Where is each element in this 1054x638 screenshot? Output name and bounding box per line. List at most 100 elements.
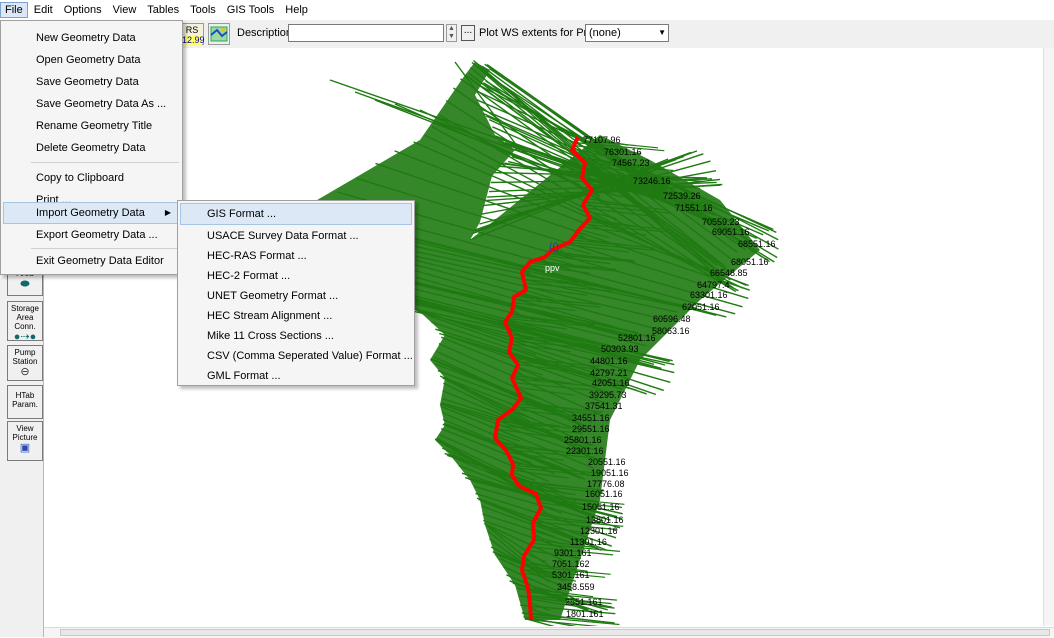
storage-area-icon: ⬬ bbox=[20, 278, 30, 290]
station-label: 12301.16 bbox=[580, 526, 618, 536]
map-icon bbox=[210, 26, 228, 42]
station-label: 37541.31 bbox=[585, 401, 623, 411]
station-label: 44801.16 bbox=[590, 356, 628, 366]
reach-marker: (() bbox=[549, 242, 559, 253]
menu-item-import-geometry-data[interactable]: Import Geometry Data ▶ bbox=[3, 202, 180, 224]
menu-view[interactable]: View bbox=[108, 2, 142, 18]
menu-item-unet-geometry-format[interactable]: UNET Geometry Format ... bbox=[180, 285, 412, 307]
chevron-down-icon: ▼ bbox=[658, 28, 666, 37]
station-label: 42051.16 bbox=[592, 378, 630, 388]
import-geometry-submenu: GIS Format ... USACE Survey Data Format … bbox=[177, 200, 415, 386]
station-label: 11301.16 bbox=[570, 537, 607, 547]
station-label: 72539.26 bbox=[663, 191, 701, 201]
view-label: View bbox=[16, 424, 34, 433]
station-label: 71551.16 bbox=[675, 203, 713, 213]
menu-tables[interactable]: Tables bbox=[142, 2, 184, 18]
param-label: Param. bbox=[12, 400, 38, 409]
rs-button[interactable]: RS 12.99 bbox=[180, 23, 205, 45]
menu-item-rename-geometry-title[interactable]: Rename Geometry Title bbox=[3, 115, 180, 137]
menu-item-export-geometry-data[interactable]: Export Geometry Data ... bbox=[3, 224, 180, 246]
description-spinner[interactable]: ▲ ▼ bbox=[446, 24, 457, 42]
rs-label: RS bbox=[185, 25, 199, 35]
station-label: 62051.16 bbox=[682, 302, 720, 312]
menu-item-exit-geometry-editor[interactable]: Exit Geometry Data Editor bbox=[3, 250, 180, 272]
menu-item-save-geometry-data[interactable]: Save Geometry Data bbox=[3, 71, 180, 93]
pump-icon: ⊖ bbox=[20, 366, 30, 378]
station-label: 20551.16 bbox=[588, 457, 626, 467]
htab-param-button[interactable]: HTab Param. bbox=[7, 385, 43, 419]
connection-icon: ●⇢● bbox=[13, 331, 37, 343]
station-label: 25801.16 bbox=[564, 435, 602, 445]
view-picture-button[interactable]: View Picture ▣ bbox=[7, 421, 43, 461]
station-label: 77107.96 bbox=[583, 135, 621, 145]
profile-select[interactable]: (none) ▼ bbox=[585, 24, 669, 42]
menu-item-usace-survey-format[interactable]: USACE Survey Data Format ... bbox=[180, 225, 412, 247]
menu-item-save-geometry-data-as[interactable]: Save Geometry Data As ... bbox=[3, 93, 180, 115]
profile-select-value: (none) bbox=[589, 27, 621, 39]
station-label: 68551.16 bbox=[738, 239, 776, 249]
menu-bar: File Edit Options View Tables Tools GIS … bbox=[0, 0, 1054, 21]
horizontal-scrollbar[interactable] bbox=[44, 627, 1054, 638]
description-browse-button[interactable]: ... bbox=[461, 25, 475, 41]
station-label: 17776.08 bbox=[587, 479, 625, 489]
rs-value: 12.99 bbox=[182, 35, 205, 45]
station-label: 58063.16 bbox=[652, 326, 690, 336]
import-geometry-data-label: Import Geometry Data bbox=[36, 207, 145, 219]
menu-help[interactable]: Help bbox=[280, 2, 313, 18]
river-name-label: ppv bbox=[545, 263, 560, 273]
menu-item-mike11-cross-sections[interactable]: Mike 11 Cross Sections ... bbox=[180, 325, 412, 347]
station-label: 29551.16 bbox=[572, 424, 610, 434]
station-label: 2551.161 bbox=[565, 597, 603, 607]
station-label: 63301.16 bbox=[690, 290, 728, 300]
station-label: 42797.21 bbox=[590, 368, 628, 378]
menu-item-hec-stream-alignment[interactable]: HEC Stream Alignment ... bbox=[180, 305, 412, 327]
menu-item-hec-2-format[interactable]: HEC-2 Format ... bbox=[180, 265, 412, 287]
station-label: 3458.559 bbox=[557, 582, 595, 592]
station-label: 19051.16 bbox=[591, 468, 629, 478]
station-label: 34551.16 bbox=[572, 413, 610, 423]
menu-item-csv-format[interactable]: CSV (Comma Seperated Value) Format ... bbox=[180, 345, 413, 367]
submenu-arrow-icon: ▶ bbox=[164, 208, 171, 217]
menu-options[interactable]: Options bbox=[59, 2, 107, 18]
menu-separator bbox=[31, 162, 179, 163]
horizontal-scroll-thumb[interactable] bbox=[60, 629, 1050, 636]
menu-gis-tools[interactable]: GIS Tools bbox=[222, 2, 280, 18]
pump-station-button[interactable]: Pump Station ⊖ bbox=[7, 345, 43, 381]
station-label: 9301.161 bbox=[554, 548, 592, 558]
station-label: 68051.16 bbox=[731, 257, 769, 267]
station-label: 39295.73 bbox=[589, 390, 627, 400]
menu-item-gml-format[interactable]: GML Format ... bbox=[180, 365, 412, 387]
station-label: 5301.161 bbox=[552, 570, 590, 580]
station-label: 7051.162 bbox=[552, 559, 590, 569]
menu-item-open-geometry-data[interactable]: Open Geometry Data bbox=[3, 49, 180, 71]
menu-item-copy-to-clipboard[interactable]: Copy to Clipboard bbox=[3, 167, 180, 189]
area-conn-label: Area Conn. bbox=[14, 313, 36, 331]
menu-tools[interactable]: Tools bbox=[185, 2, 221, 18]
station-label: 60596.48 bbox=[653, 314, 691, 324]
storage-label: Storage bbox=[10, 304, 40, 313]
vertical-scrollbar[interactable] bbox=[1043, 48, 1054, 626]
menu-item-gis-format[interactable]: GIS Format ... bbox=[180, 203, 412, 225]
station-label: 22301.16 bbox=[566, 446, 604, 456]
camera-icon: ▣ bbox=[19, 442, 31, 454]
station-label: Station bbox=[12, 357, 38, 366]
station-label: 16051.16 bbox=[585, 489, 623, 499]
pump-label: Pump bbox=[14, 348, 36, 357]
station-label: 64797.4 bbox=[697, 280, 730, 290]
map-layers-button[interactable] bbox=[208, 23, 230, 45]
menu-item-hec-ras-format[interactable]: HEC-RAS Format ... bbox=[180, 245, 412, 267]
htab-label: HTab bbox=[15, 391, 35, 400]
menu-separator bbox=[31, 248, 179, 249]
station-label: 1801.161 bbox=[566, 609, 604, 619]
menu-item-new-geometry-data[interactable]: New Geometry Data bbox=[3, 27, 180, 49]
station-label: 52801.16 bbox=[618, 333, 656, 343]
storage-area-connection-button[interactable]: Storage Area Conn. ●⇢● bbox=[7, 301, 43, 343]
station-label: 73246.16 bbox=[633, 176, 671, 186]
description-input[interactable] bbox=[288, 24, 444, 42]
file-menu: New Geometry Data Open Geometry Data Sav… bbox=[0, 20, 183, 275]
menu-file[interactable]: File bbox=[0, 2, 28, 18]
station-label: 13801.16 bbox=[586, 515, 624, 525]
picture-label: Picture bbox=[12, 433, 38, 442]
menu-edit[interactable]: Edit bbox=[29, 2, 58, 18]
menu-item-delete-geometry-data[interactable]: Delete Geometry Data bbox=[3, 137, 180, 159]
